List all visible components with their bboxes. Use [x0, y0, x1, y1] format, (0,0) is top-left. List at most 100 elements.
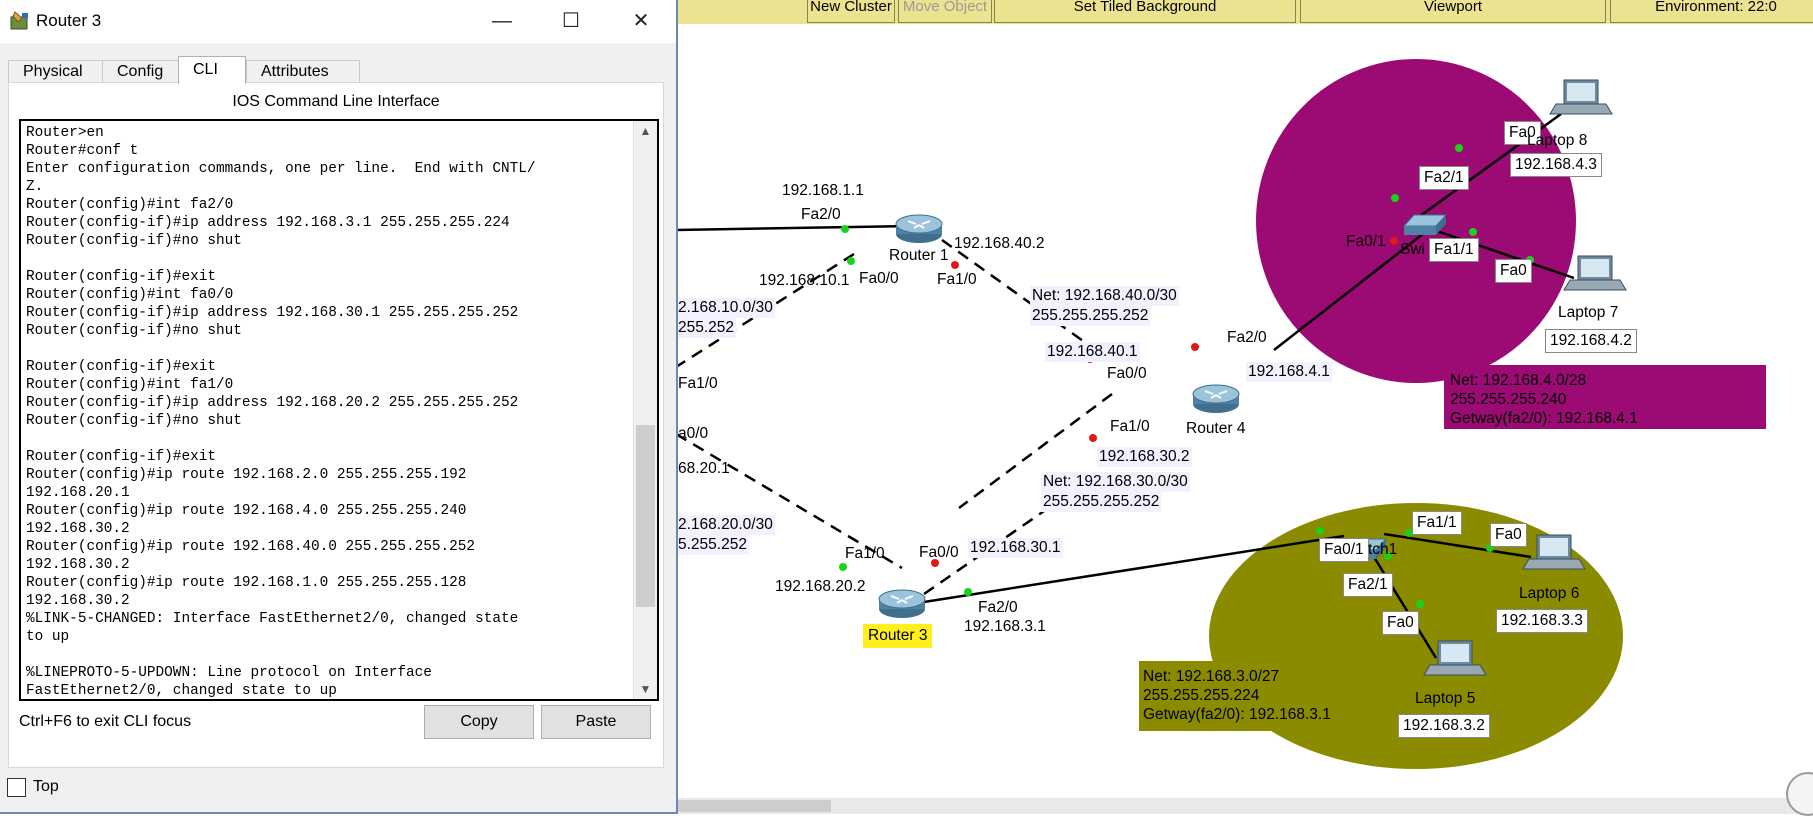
cli-line: Router(config-if)#ip address 192.168.30.… — [26, 305, 519, 321]
sw-top-fa11-port: Fa1/1 — [1429, 238, 1479, 262]
move-object-button[interactable]: Move Object — [898, 0, 992, 23]
r4-fa10-ip: 192.168.30.2 — [1097, 447, 1192, 467]
link-r1-left — [676, 224, 915, 232]
net-3-mask: 255.255.255.224 — [1143, 687, 1260, 704]
cli-line: Router(config)#ip route 192.168.2.0 255.… — [26, 467, 467, 483]
viewport-button[interactable]: Viewport — [1300, 0, 1606, 23]
router-3-icon — [878, 589, 926, 618]
cli-line: %LINK-5-CHANGED: Interface FastEthernet2… — [26, 611, 519, 627]
r1-fa00-ip: 192.168.10.1 — [759, 272, 850, 289]
net-4-note: Net: 192.168.4.0/28 255.255.255.240 Getw… — [1446, 368, 1642, 431]
net-4-gateway: Getway(fa2/0): 192.168.4.1 — [1450, 410, 1638, 427]
cli-line: Router>en — [26, 125, 104, 141]
r4-fa00-ip: 192.168.40.1 — [1045, 342, 1140, 362]
cli-line: Router(config-if)#exit — [26, 359, 216, 375]
cli-line: Router(config)#ip route 192.168.4.0 255.… — [26, 503, 467, 519]
router-4-label[interactable]: Router 4 — [1184, 419, 1247, 439]
r3-fa20-ip: 192.168.3.1 — [964, 618, 1046, 635]
net-20-mask: 5.255.252 — [676, 535, 749, 555]
tab-physical[interactable]: Physical — [8, 60, 112, 83]
cli-output[interactable]: Router>en Router#conf t Enter configuratio… — [26, 124, 634, 699]
r2-fa00-port: a0/0 — [678, 425, 709, 442]
workspace-horizontal-scrollbar[interactable] — [676, 798, 1813, 814]
net-3-address: Net: 192.168.3.0/27 — [1143, 668, 1280, 685]
cli-scroll-thumb[interactable] — [636, 425, 655, 607]
maximize-button[interactable]: ☐ — [548, 0, 594, 43]
laptop-5-ip: 192.168.3.2 — [1398, 714, 1490, 738]
scroll-up-icon[interactable]: ▲ — [634, 121, 657, 141]
r3-fa10-ip: 192.168.20.2 — [775, 578, 866, 595]
tab-cli[interactable]: CLI — [178, 56, 246, 84]
laptop-8-ip: 192.168.4.3 — [1510, 153, 1602, 177]
cli-line: Router(config)#int fa0/0 — [26, 287, 234, 303]
copy-button[interactable]: Copy — [424, 705, 534, 739]
scroll-down-icon[interactable]: ▼ — [634, 679, 657, 699]
laptop-7-icon — [1563, 255, 1627, 291]
cli-line: Router(config-if)#no shut — [26, 413, 242, 429]
net-30-address: Net: 192.168.30.0/30 — [1041, 472, 1190, 492]
logical-workspace[interactable]: 192.168.1.1 Fa2/0 Router 1 192.168.10.1 … — [676, 24, 1813, 798]
new-cluster-button[interactable]: New Cluster — [807, 0, 895, 23]
router-app-icon — [10, 11, 28, 30]
laptop-8-icon — [1549, 79, 1613, 115]
cli-line: to up — [26, 629, 70, 645]
r4-fa20-ip: 192.168.4.1 — [1246, 362, 1332, 382]
laptop-8-label[interactable]: Laptop 8 — [1525, 131, 1589, 151]
r1-fa10-port: Fa1/0 — [937, 271, 977, 288]
router-3-label[interactable]: Router 3 — [863, 624, 933, 648]
switch-top-label[interactable]: Swi — [1398, 240, 1427, 260]
minimize-button[interactable]: — — [479, 0, 525, 43]
router-1-label[interactable]: Router 1 — [887, 246, 950, 266]
cli-console[interactable]: Router>en Router#conf t Enter configuratio… — [19, 119, 659, 701]
net-4-address: Net: 192.168.4.0/28 — [1450, 372, 1587, 389]
sw-bot-fa01-port: Fa0/1 — [1319, 538, 1369, 562]
laptop-6-label[interactable]: Laptop 6 — [1517, 584, 1581, 604]
cli-line: Router(config-if)#exit — [26, 449, 216, 465]
environment-button[interactable]: Environment: 22:0 — [1610, 0, 1813, 23]
sw-top-fa21-port: Fa2/1 — [1419, 166, 1469, 190]
net-10-mask: 255.252 — [676, 318, 737, 338]
window-title: Router 3 — [36, 11, 102, 30]
cli-line: Router(config-if)#ip address 192.168.3.1… — [26, 215, 510, 231]
cli-line: FastEthernet2/0, changed state to up — [26, 683, 337, 699]
cli-line: %LINEPROTO-5-UPDOWN: Line protocol on In… — [26, 665, 432, 681]
r1-fa10-ip: 192.168.40.2 — [954, 235, 1045, 252]
tab-config[interactable]: Config — [102, 60, 186, 83]
r1-fa20-ip: 192.168.1.1 — [782, 182, 864, 199]
r1-fa00-port: Fa0/0 — [859, 270, 899, 287]
cli-line: 192.168.30.2 — [26, 557, 130, 573]
net-20-address: 2.168.20.0/30 — [676, 515, 775, 535]
cli-line: 192.168.20.1 — [26, 485, 130, 501]
paste-button[interactable]: Paste — [541, 705, 651, 739]
laptop-7-ip: 192.168.4.2 — [1545, 329, 1637, 353]
router-1-icon — [895, 214, 943, 243]
net-4-mask: 255.255.255.240 — [1450, 391, 1567, 408]
laptop-5-label[interactable]: Laptop 5 — [1413, 689, 1477, 709]
close-button[interactable]: ✕ — [618, 0, 664, 43]
net-3-note: Net: 192.168.3.0/27 255.255.255.224 Getw… — [1139, 664, 1335, 727]
window-titlebar[interactable]: Router 3 — ☐ ✕ — [0, 0, 676, 43]
net-40-mask: 255.255.255.252 — [1030, 306, 1151, 326]
cli-panel: IOS Command Line Interface Router>en Rout… — [8, 82, 664, 768]
net-40-address: Net: 192.168.40.0/30 — [1030, 286, 1179, 306]
cli-line: Router(config-if)#ip address 192.168.20.… — [26, 395, 519, 411]
cli-line — [26, 340, 634, 358]
set-tiled-background-button[interactable]: Set Tiled Background — [994, 0, 1296, 23]
router-4-icon — [1192, 384, 1240, 413]
laptop-5-fa0-port: Fa0 — [1382, 611, 1419, 635]
cli-vertical-scrollbar[interactable]: ▲ ▼ — [633, 121, 657, 699]
switch-bottom-label[interactable]: tch1 — [1366, 540, 1399, 560]
sw-top-fa01-port: Fa0/1 — [1346, 233, 1386, 250]
cli-line: Router#conf t — [26, 143, 139, 159]
tab-attributes[interactable]: Attributes — [246, 60, 360, 83]
cli-line — [26, 646, 634, 664]
sw-bot-fa11-port: Fa1/1 — [1412, 511, 1462, 535]
top-checkbox[interactable] — [7, 778, 26, 797]
laptop-7-label[interactable]: Laptop 7 — [1556, 303, 1620, 323]
r3-fa00-ip: 192.168.30.1 — [968, 538, 1063, 558]
cli-line: Router(config)#ip route 192.168.1.0 255.… — [26, 575, 467, 591]
r3-fa00-port: Fa0/0 — [919, 544, 959, 561]
r2-ip-20: 68.20.1 — [678, 460, 730, 477]
r1-fa20-port: Fa2/0 — [801, 206, 841, 223]
workspace-scroll-thumb[interactable] — [676, 800, 831, 812]
